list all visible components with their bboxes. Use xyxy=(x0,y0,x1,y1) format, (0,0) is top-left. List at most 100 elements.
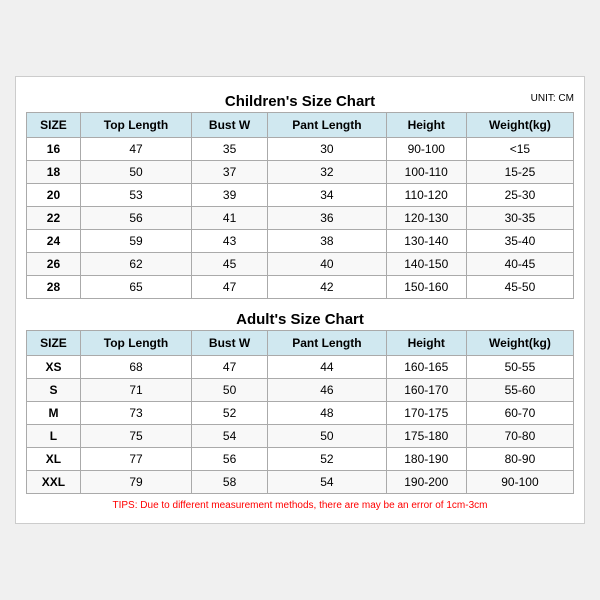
tips-text: TIPS: Due to different measurement metho… xyxy=(26,494,574,513)
table-cell: XS xyxy=(27,356,81,379)
table-cell: 110-120 xyxy=(386,184,466,207)
col-header-pant-length: Pant Length xyxy=(268,113,386,138)
table-cell: 34 xyxy=(268,184,386,207)
table-cell: 22 xyxy=(27,207,81,230)
table-cell: 39 xyxy=(192,184,268,207)
table-cell: 140-150 xyxy=(386,253,466,276)
adult-col-header-pant-length: Pant Length xyxy=(268,331,386,356)
table-cell: 15-25 xyxy=(466,161,573,184)
table-cell: 53 xyxy=(80,184,191,207)
table-cell: 59 xyxy=(80,230,191,253)
table-cell: 50 xyxy=(80,161,191,184)
table-cell: 35 xyxy=(192,138,268,161)
table-cell: 79 xyxy=(80,471,191,494)
table-cell: 180-190 xyxy=(386,448,466,471)
table-cell: 45-50 xyxy=(466,276,573,299)
table-cell: 38 xyxy=(268,230,386,253)
table-cell: 68 xyxy=(80,356,191,379)
table-cell: 46 xyxy=(268,379,386,402)
table-cell: 150-160 xyxy=(386,276,466,299)
table-cell: 36 xyxy=(268,207,386,230)
table-row: S715046160-17055-60 xyxy=(27,379,574,402)
col-header-height: Height xyxy=(386,113,466,138)
size-chart-container: Children's Size Chart UNIT: CM SIZE Top … xyxy=(15,76,585,524)
table-cell: 60-70 xyxy=(466,402,573,425)
table-cell: 40 xyxy=(268,253,386,276)
table-cell: 52 xyxy=(192,402,268,425)
table-cell: 47 xyxy=(80,138,191,161)
table-cell: 90-100 xyxy=(386,138,466,161)
children-header-row: SIZE Top Length Bust W Pant Length Heigh… xyxy=(27,113,574,138)
adult-section-title: Adult's Size Chart xyxy=(26,305,574,330)
col-header-bust-w: Bust W xyxy=(192,113,268,138)
table-cell: 55-60 xyxy=(466,379,573,402)
table-cell: 42 xyxy=(268,276,386,299)
table-cell: 100-110 xyxy=(386,161,466,184)
table-cell: 130-140 xyxy=(386,230,466,253)
table-cell: 77 xyxy=(80,448,191,471)
table-row: 18503732100-11015-25 xyxy=(27,161,574,184)
adult-col-header-top-length: Top Length xyxy=(80,331,191,356)
table-cell: <15 xyxy=(466,138,573,161)
table-cell: 52 xyxy=(268,448,386,471)
table-cell: S xyxy=(27,379,81,402)
table-cell: 45 xyxy=(192,253,268,276)
table-cell: 90-100 xyxy=(466,471,573,494)
table-cell: 58 xyxy=(192,471,268,494)
table-cell: 40-45 xyxy=(466,253,573,276)
table-cell: 70-80 xyxy=(466,425,573,448)
table-row: 20533934110-12025-30 xyxy=(27,184,574,207)
table-cell: 41 xyxy=(192,207,268,230)
table-cell: 28 xyxy=(27,276,81,299)
table-row: 1647353090-100<15 xyxy=(27,138,574,161)
unit-label: UNIT: CM xyxy=(531,93,574,104)
table-cell: 56 xyxy=(192,448,268,471)
table-cell: 170-175 xyxy=(386,402,466,425)
table-row: XS684744160-16550-55 xyxy=(27,356,574,379)
table-cell: 48 xyxy=(268,402,386,425)
table-cell: 120-130 xyxy=(386,207,466,230)
col-header-size: SIZE xyxy=(27,113,81,138)
table-cell: 75 xyxy=(80,425,191,448)
table-cell: 190-200 xyxy=(386,471,466,494)
table-row: 22564136120-13030-35 xyxy=(27,207,574,230)
table-row: XL775652180-19080-90 xyxy=(27,448,574,471)
table-cell: 80-90 xyxy=(466,448,573,471)
table-row: L755450175-18070-80 xyxy=(27,425,574,448)
adult-col-header-weight: Weight(kg) xyxy=(466,331,573,356)
table-cell: 32 xyxy=(268,161,386,184)
adult-col-header-height: Height xyxy=(386,331,466,356)
table-row: 26624540140-15040-45 xyxy=(27,253,574,276)
table-cell: 16 xyxy=(27,138,81,161)
children-title-text: Children's Size Chart xyxy=(225,93,375,110)
table-cell: XXL xyxy=(27,471,81,494)
table-cell: 44 xyxy=(268,356,386,379)
table-cell: 20 xyxy=(27,184,81,207)
adult-title-text: Adult's Size Chart xyxy=(236,311,364,328)
table-cell: 175-180 xyxy=(386,425,466,448)
table-cell: 50 xyxy=(268,425,386,448)
table-row: 24594338130-14035-40 xyxy=(27,230,574,253)
table-cell: 47 xyxy=(192,276,268,299)
table-cell: L xyxy=(27,425,81,448)
table-cell: 54 xyxy=(268,471,386,494)
table-cell: 50 xyxy=(192,379,268,402)
table-cell: 24 xyxy=(27,230,81,253)
children-size-table: SIZE Top Length Bust W Pant Length Heigh… xyxy=(26,112,574,299)
table-cell: 73 xyxy=(80,402,191,425)
table-cell: 71 xyxy=(80,379,191,402)
adult-col-header-bust-w: Bust W xyxy=(192,331,268,356)
table-cell: 18 xyxy=(27,161,81,184)
adult-size-table: SIZE Top Length Bust W Pant Length Heigh… xyxy=(26,330,574,494)
table-cell: 62 xyxy=(80,253,191,276)
table-row: XXL795854190-20090-100 xyxy=(27,471,574,494)
table-cell: 50-55 xyxy=(466,356,573,379)
table-cell: 26 xyxy=(27,253,81,276)
table-cell: 30-35 xyxy=(466,207,573,230)
table-row: 28654742150-16045-50 xyxy=(27,276,574,299)
col-header-weight: Weight(kg) xyxy=(466,113,573,138)
adult-header-row: SIZE Top Length Bust W Pant Length Heigh… xyxy=(27,331,574,356)
table-cell: 56 xyxy=(80,207,191,230)
table-cell: 160-165 xyxy=(386,356,466,379)
table-cell: 54 xyxy=(192,425,268,448)
